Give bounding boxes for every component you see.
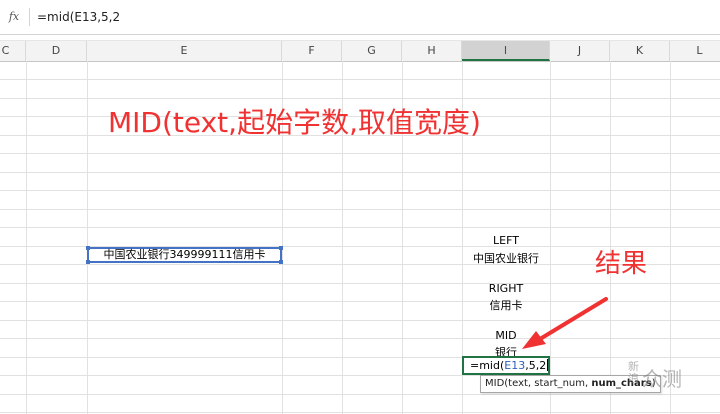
formula-bar: fx =mid(E13,5,2 — [0, 0, 720, 35]
column-header: C D E F G H I J K L — [0, 40, 720, 62]
column-header-l[interactable]: L — [670, 41, 720, 61]
watermark-logo: 新 浪 — [628, 360, 639, 385]
formula-input[interactable]: =mid(E13,5,2 — [37, 6, 120, 28]
annotation-arrow-icon — [522, 297, 608, 349]
watermark-text: 众测 — [642, 367, 682, 391]
column-header-e[interactable]: E — [87, 41, 282, 61]
column-header-i[interactable]: I — [462, 41, 550, 61]
column-header-k[interactable]: K — [610, 41, 670, 61]
column-header-g[interactable]: G — [342, 41, 402, 61]
insert-function-icon[interactable]: fx — [0, 5, 28, 29]
column-header-c[interactable]: C — [0, 41, 26, 61]
column-header-h[interactable]: H — [402, 41, 462, 61]
column-header-d[interactable]: D — [26, 41, 87, 61]
worksheet-grid[interactable]: 中国农业银行349999111信用卡 LEFT 中国农业银行 RIGHT 信用卡… — [0, 61, 720, 414]
column-header-j[interactable]: J — [550, 41, 610, 61]
column-header-f[interactable]: F — [282, 41, 342, 61]
formula-divider — [29, 8, 30, 26]
